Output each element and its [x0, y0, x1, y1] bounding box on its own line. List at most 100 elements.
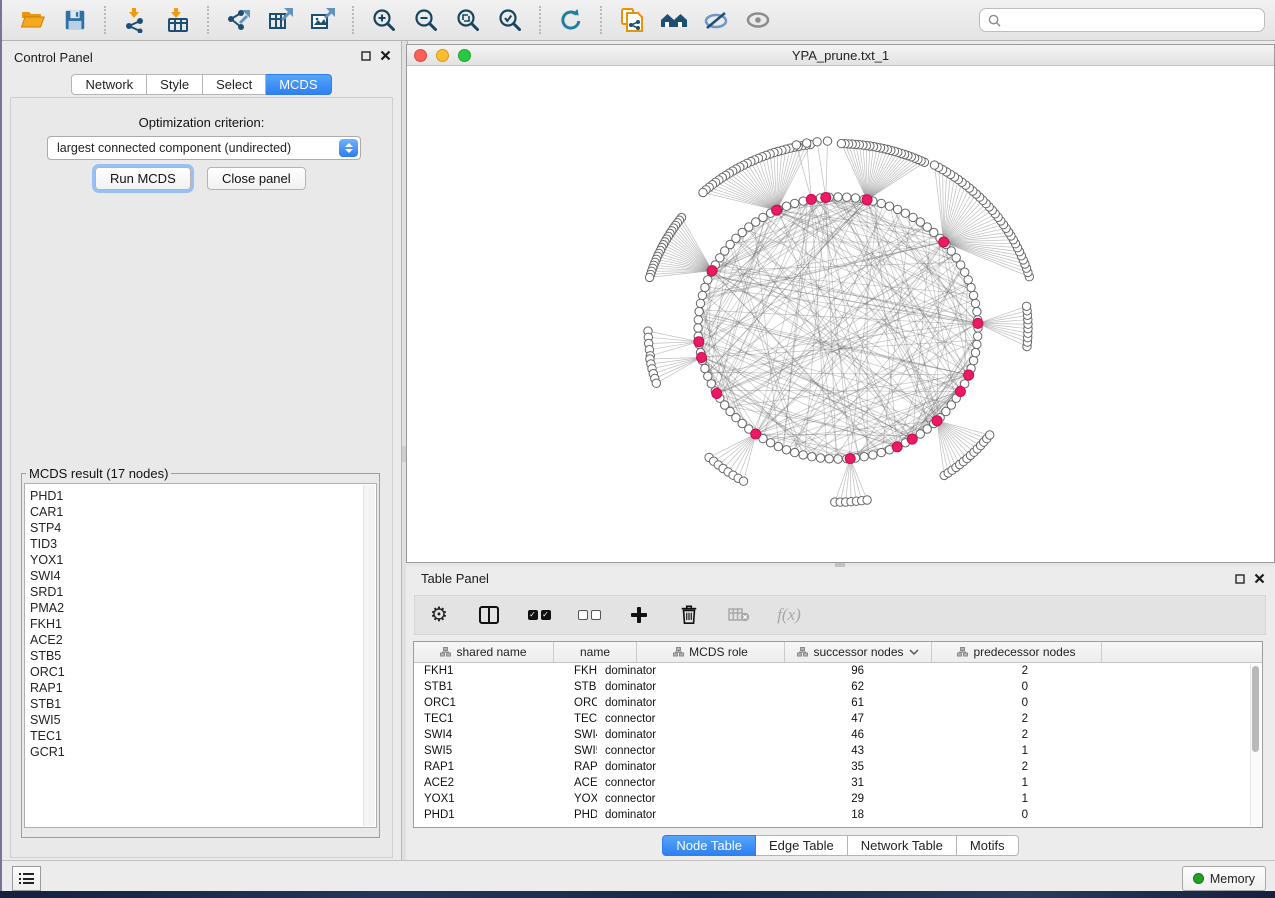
- float-panel-icon[interactable]: [361, 51, 371, 61]
- table-cell[interactable]: connector: [597, 713, 737, 725]
- table-row[interactable]: STB1STB1dominator620: [414, 679, 1262, 695]
- table-cell[interactable]: dominator: [597, 729, 737, 741]
- table-cell[interactable]: ORC1: [414, 697, 544, 709]
- close-panel-icon[interactable]: [1254, 573, 1265, 584]
- table-cell[interactable]: 35: [737, 761, 874, 773]
- panel-menu-button[interactable]: [12, 866, 41, 891]
- table-cell[interactable]: 1: [874, 793, 1036, 805]
- table-cell[interactable]: dominator: [597, 697, 737, 709]
- duplicate-network-icon[interactable]: [615, 5, 649, 35]
- table-cell[interactable]: ACE2: [414, 777, 544, 789]
- table-cell[interactable]: 43: [737, 745, 874, 757]
- table-row[interactable]: ORC1ORC1dominator610: [414, 695, 1262, 711]
- table-cell[interactable]: TEC1: [544, 713, 597, 725]
- list-item[interactable]: TEC1: [30, 728, 376, 744]
- table-cell[interactable]: 2: [874, 729, 1036, 741]
- save-icon[interactable]: [58, 5, 92, 35]
- tab-edge-table[interactable]: Edge Table: [756, 835, 848, 856]
- tab-motifs[interactable]: Motifs: [957, 835, 1019, 856]
- table-cell[interactable]: 96: [737, 665, 874, 677]
- search-field[interactable]: [1007, 12, 1256, 28]
- delete-icon[interactable]: [677, 603, 701, 627]
- list-item[interactable]: STB1: [30, 696, 376, 712]
- table-cell[interactable]: 61: [737, 697, 874, 709]
- close-panel-button[interactable]: Close panel: [207, 167, 306, 190]
- tab-style[interactable]: Style: [147, 74, 203, 95]
- table-cell[interactable]: dominator: [597, 761, 737, 773]
- table-cell[interactable]: 1: [874, 745, 1036, 757]
- table-cell[interactable]: connector: [597, 745, 737, 757]
- table-cell[interactable]: YOX1: [414, 793, 544, 805]
- network-canvas[interactable]: [407, 66, 1273, 562]
- table-cell[interactable]: SWI4: [544, 729, 597, 741]
- tab-mcds[interactable]: MCDS: [266, 74, 331, 95]
- zoom-out-icon[interactable]: [409, 5, 443, 35]
- column-header-successor-nodes[interactable]: successor nodes: [785, 642, 932, 662]
- tab-node-table[interactable]: Node Table: [662, 835, 756, 856]
- table-cell[interactable]: dominator: [597, 809, 737, 821]
- table-row[interactable]: RAP1RAP1dominator352: [414, 759, 1262, 775]
- list-item[interactable]: STB5: [30, 648, 376, 664]
- list-item[interactable]: SWI4: [30, 568, 376, 584]
- close-panel-icon[interactable]: [380, 50, 391, 61]
- search-input[interactable]: [979, 8, 1265, 32]
- table-cell[interactable]: YOX1: [544, 793, 597, 805]
- table-row[interactable]: PHD1PHD1dominator180: [414, 807, 1262, 823]
- column-header-name[interactable]: name: [554, 642, 637, 662]
- table-cell[interactable]: 0: [874, 681, 1036, 693]
- table-cell[interactable]: TEC1: [414, 713, 544, 725]
- table-scrollbar[interactable]: [1250, 664, 1261, 826]
- table-cell[interactable]: 2: [874, 665, 1036, 677]
- table-cell[interactable]: 18: [737, 809, 874, 821]
- float-panel-icon[interactable]: [1235, 574, 1245, 584]
- table-cell[interactable]: RAP1: [544, 761, 597, 773]
- table-cell[interactable]: SWI5: [544, 745, 597, 757]
- table-row[interactable]: FKH1FKH1dominator962: [414, 663, 1262, 679]
- table-cell[interactable]: STB1: [544, 681, 597, 693]
- table-row[interactable]: YOX1YOX1connector291: [414, 791, 1262, 807]
- export-table-icon[interactable]: [264, 5, 298, 35]
- add-icon[interactable]: [627, 603, 651, 627]
- import-network-icon[interactable]: [119, 5, 153, 35]
- table-cell[interactable]: dominator: [597, 681, 737, 693]
- list-item[interactable]: GCR1: [30, 744, 376, 760]
- run-mcds-button[interactable]: Run MCDS: [95, 167, 191, 190]
- list-item[interactable]: SRD1: [30, 584, 376, 600]
- zoom-selected-icon[interactable]: [493, 5, 527, 35]
- table-cell[interactable]: SWI5: [414, 745, 544, 757]
- table-cell[interactable]: 0: [874, 697, 1036, 709]
- table-cell[interactable]: 62: [737, 681, 874, 693]
- hide-selected-icon[interactable]: [699, 5, 733, 35]
- table-cell[interactable]: SWI4: [414, 729, 544, 741]
- network-graph[interactable]: [407, 66, 1273, 562]
- list-item[interactable]: YOX1: [30, 552, 376, 568]
- list-item[interactable]: PHD1: [30, 488, 376, 504]
- column-header-predecessor-nodes[interactable]: predecessor nodes: [932, 642, 1102, 662]
- table-cell[interactable]: PHD1: [544, 809, 597, 821]
- table-cell[interactable]: 0: [874, 809, 1036, 821]
- scrollbar-thumb[interactable]: [1252, 666, 1259, 752]
- table-cell[interactable]: 29: [737, 793, 874, 805]
- table-cell[interactable]: FKH1: [544, 665, 597, 677]
- table-row[interactable]: SWI4SWI4dominator462: [414, 727, 1262, 743]
- table-cell[interactable]: ORC1: [544, 697, 597, 709]
- table-cell[interactable]: 31: [737, 777, 874, 789]
- export-network-icon[interactable]: [222, 5, 256, 35]
- tab-network[interactable]: Network: [71, 74, 147, 95]
- import-table-icon[interactable]: [161, 5, 195, 35]
- select-all-icon[interactable]: ✓✓: [527, 603, 551, 627]
- mcds-result-list[interactable]: PHD1CAR1STP4TID3YOX1SWI4SRD1PMA2FKH1ACE2…: [24, 483, 377, 828]
- list-item[interactable]: SWI5: [30, 712, 376, 728]
- table-cell[interactable]: 1: [874, 777, 1036, 789]
- node-table[interactable]: shared namenameMCDS rolesuccessor nodesp…: [413, 641, 1263, 828]
- table-row[interactable]: SWI5SWI5connector431: [414, 743, 1262, 759]
- table-cell[interactable]: 2: [874, 713, 1036, 725]
- open-file-icon[interactable]: [16, 5, 50, 35]
- split-panel-icon[interactable]: [477, 603, 501, 627]
- memory-button[interactable]: Memory: [1182, 866, 1266, 891]
- list-item[interactable]: RAP1: [30, 680, 376, 696]
- table-cell[interactable]: connector: [597, 777, 737, 789]
- tab-network-table[interactable]: Network Table: [848, 835, 957, 856]
- table-cell[interactable]: STB1: [414, 681, 544, 693]
- list-item[interactable]: TID3: [30, 536, 376, 552]
